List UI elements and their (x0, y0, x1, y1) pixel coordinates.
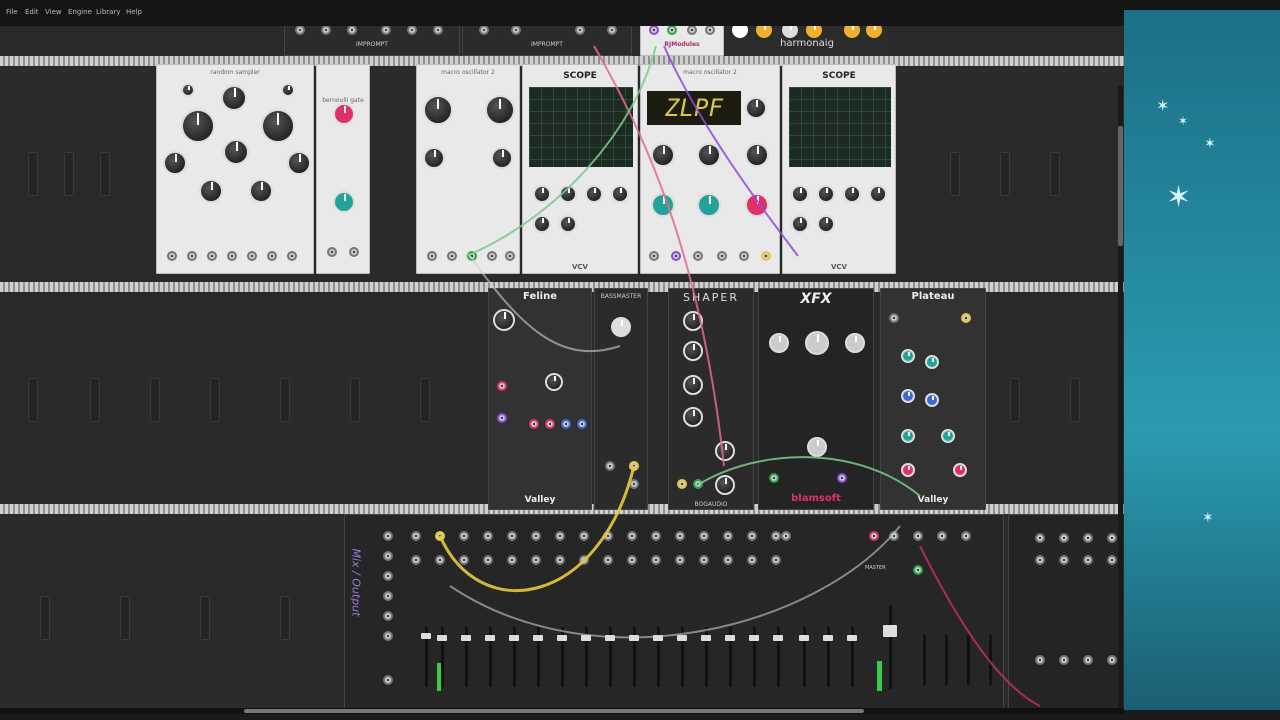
patch-cable[interactable] (449, 525, 901, 639)
menu-view[interactable]: View (45, 8, 62, 16)
horizontal-scroll-thumb[interactable] (244, 709, 864, 713)
patch-cables[interactable] (0, 26, 1124, 710)
patch-cable[interactable] (695, 456, 921, 497)
patch-cable[interactable] (663, 45, 799, 257)
snowflake-icon: ✶ (1166, 180, 1192, 215)
vertical-scroll-thumb[interactable] (1118, 126, 1123, 246)
snowflake-icon: ✶ (1202, 510, 1214, 526)
menu-bar: File Edit View Engine Library Help (0, 0, 1280, 26)
background-panel: ✶ ✶ ✶ ✶ ✶ (1124, 10, 1280, 710)
patch-cable[interactable] (469, 255, 621, 353)
patch-cable[interactable] (465, 45, 657, 257)
menu-library[interactable]: Library (96, 8, 120, 16)
vertical-scrollbar[interactable] (1118, 86, 1123, 710)
menu-help[interactable]: Help (126, 8, 142, 16)
snowflake-icon: ✶ (1178, 114, 1189, 128)
patch-cable[interactable] (438, 465, 636, 593)
snowflake-icon: ✶ (1156, 96, 1170, 115)
patch-cable[interactable] (919, 545, 1041, 707)
module-rack[interactable]: IMPROMPT IMPROMPT RJModules harmonaig ra… (0, 26, 1124, 710)
patch-cable[interactable] (593, 45, 725, 467)
horizontal-scrollbar[interactable] (0, 708, 1124, 714)
menu-engine[interactable]: Engine (68, 8, 92, 16)
menu-edit[interactable]: Edit (25, 8, 39, 16)
snowflake-icon: ✶ (1204, 136, 1216, 152)
menu-file[interactable]: File (6, 8, 18, 16)
